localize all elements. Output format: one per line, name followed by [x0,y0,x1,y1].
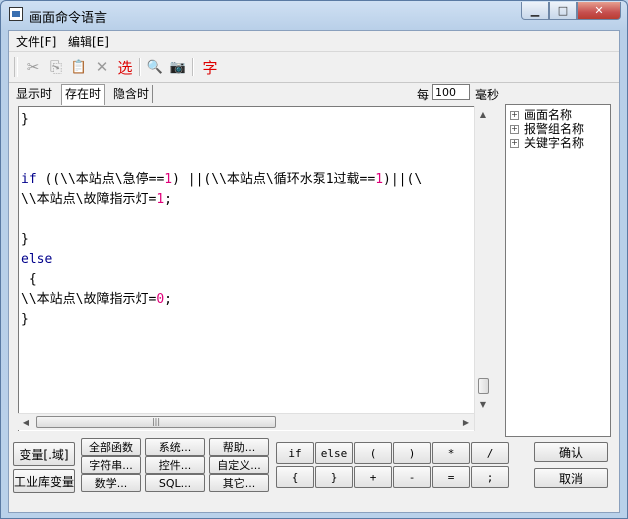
string-functions-button[interactable]: 字符串... [81,456,141,474]
copy-icon[interactable]: ⎘ [46,57,66,77]
scroll-right-icon[interactable]: ▶ [458,414,474,430]
op-rparen-button[interactable]: ) [393,442,431,464]
cancel-button[interactable]: 取消 [534,468,608,488]
scroll-left-icon[interactable]: ◀ [18,414,34,430]
ms-label: 毫秒 [475,88,500,102]
op-plus-button[interactable]: + [354,466,392,488]
expand-icon[interactable]: + [510,138,519,148]
tab-while-exist[interactable]: 存在时 [61,84,106,105]
app-icon [9,7,23,21]
code-editor[interactable]: } if ((\\本站点\急停==1) ||(\\本站点\循环水泵1过载==1)… [18,106,483,431]
paste-icon[interactable]: 📋 [69,57,89,77]
code-line[interactable] [21,150,422,170]
name-tree: + 画面名称 + 报警组名称 + 关键字名称 [505,104,611,437]
expand-icon[interactable]: + [510,110,519,120]
vertical-scrollbar[interactable]: ▲ ▼ [474,106,491,431]
op-divide-button[interactable]: / [471,442,509,464]
minimize-button[interactable]: ▁ [521,2,549,20]
op-lbrace-button[interactable]: { [276,466,314,488]
close-button[interactable]: ✕ [577,2,621,20]
code-line[interactable]: \\本站点\故障指示灯=1; [21,190,422,210]
confirm-button[interactable]: 确认 [534,442,608,462]
menu-file[interactable]: 文件[F] [16,33,56,50]
main-window: 画面命令语言 ▁ □ ✕ 文件[F] 编辑[E] ✂ ⎘ 📋 ✕ 选 🔍 📷 字… [0,0,628,519]
event-tabs: 显示时 存在时 隐含时 [9,83,619,105]
select-all-button[interactable]: 选 [115,57,135,77]
variable-domain-button[interactable]: 变量[.域] [13,442,75,466]
scroll-down-icon[interactable]: ▼ [475,396,491,412]
camera-icon[interactable]: 📷 [168,57,188,77]
tree-item-alarm-groups[interactable]: + 报警组名称 [510,122,584,136]
vertical-scroll-thumb[interactable] [478,378,489,394]
library-variable-button[interactable]: 工业库变量 [13,469,75,493]
op-lparen-button[interactable]: ( [354,442,392,464]
tree-item-keywords[interactable]: + 关键字名称 [510,136,584,150]
math-functions-button[interactable]: 数学... [81,474,141,492]
expand-icon[interactable]: + [510,124,519,134]
help-button[interactable]: 帮助... [209,438,269,456]
close-icon: ✕ [594,4,604,17]
sql-functions-button[interactable]: SQL... [145,474,205,492]
title-bar[interactable]: 画面命令语言 ▁ □ ✕ [1,1,627,29]
all-functions-button[interactable]: 全部函数 [81,438,141,456]
window-title: 画面命令语言 [29,11,108,26]
tree-item-screen-names[interactable]: + 画面名称 [510,108,572,122]
code-line[interactable]: } [21,310,422,330]
interval-input[interactable] [432,84,470,100]
toolbar: ✂ ⎘ 📋 ✕ 选 🔍 📷 字 [9,52,619,83]
op-rbrace-button[interactable]: } [315,466,353,488]
code-line[interactable]: } [21,110,422,130]
tree-label: 报警组名称 [524,122,585,136]
code-line[interactable] [21,210,422,230]
code-line[interactable]: } [21,230,422,250]
cut-icon[interactable]: ✂ [23,57,43,77]
op-multiply-button[interactable]: * [432,442,470,464]
code-line[interactable]: \\本站点\故障指示灯=0; [21,290,422,310]
font-button[interactable]: 字 [200,57,220,77]
op-semicolon-button[interactable]: ; [471,466,509,488]
op-if-button[interactable]: if [276,442,314,464]
toolbar-separator [139,58,141,76]
tab-on-show[interactable]: 显示时 [13,85,55,103]
op-minus-button[interactable]: - [393,466,431,488]
code-line[interactable] [21,130,422,150]
toolbar-grip[interactable] [14,57,18,77]
menu-edit[interactable]: 编辑[E] [68,33,109,50]
horizontal-scrollbar[interactable]: ◀ ||| ▶ [18,413,474,430]
client-area: 文件[F] 编辑[E] ✂ ⎘ 📋 ✕ 选 🔍 📷 字 显示时 存在时 隐含时 … [8,30,620,513]
menu-bar: 文件[F] 编辑[E] [9,31,619,52]
minimize-icon: ▁ [530,4,540,17]
custom-functions-button[interactable]: 自定义... [209,456,269,474]
other-functions-button[interactable]: 其它... [209,474,269,492]
code-line[interactable]: else [21,250,422,270]
op-equals-button[interactable]: = [432,466,470,488]
maximize-icon: □ [557,4,569,17]
delete-icon[interactable]: ✕ [92,57,112,77]
code-text[interactable]: } if ((\\本站点\急停==1) ||(\\本站点\循环水泵1过载==1)… [21,110,422,330]
find-icon[interactable]: 🔍 [145,57,165,77]
maximize-button[interactable]: □ [549,2,577,20]
tree-label: 画面名称 [524,108,573,122]
code-line[interactable]: { [21,270,422,290]
window-controls: ▁ □ ✕ [521,2,621,22]
tab-on-hide[interactable]: 隐含时 [110,85,154,103]
op-else-button[interactable]: else [315,442,353,464]
control-functions-button[interactable]: 控件... [145,456,205,474]
scroll-up-icon[interactable]: ▲ [475,106,491,122]
system-functions-button[interactable]: 系统... [145,438,205,456]
horizontal-scroll-thumb[interactable]: ||| [36,416,276,428]
tree-label: 关键字名称 [524,136,585,150]
every-label: 每 [417,88,430,102]
toolbar-separator [192,58,194,76]
code-line[interactable]: if ((\\本站点\急停==1) ||(\\本站点\循环水泵1过载==1)||… [21,170,422,190]
